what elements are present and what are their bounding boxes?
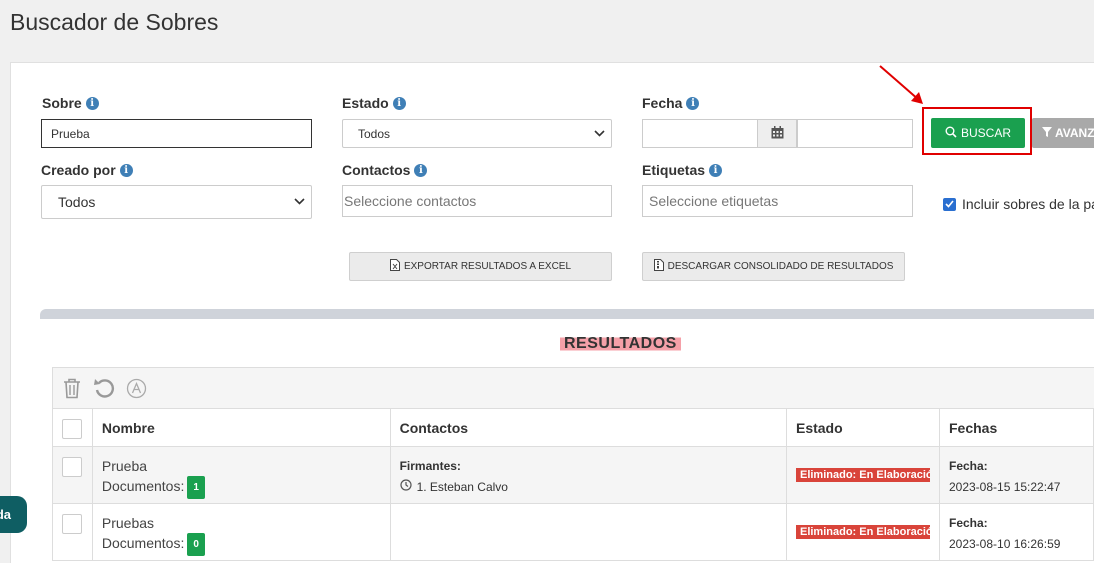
buscar-button[interactable]: BUSCAR <box>931 118 1025 148</box>
contactos-placeholder: Seleccione contactos <box>344 193 477 209</box>
info-icon[interactable]: i <box>414 163 428 177</box>
calendar-button[interactable] <box>757 119 797 148</box>
results-title: RESULTADOS <box>560 335 681 353</box>
fecha-label: Fecha i <box>642 95 700 111</box>
fecha-label: Fecha: <box>948 459 988 473</box>
section-divider <box>40 309 1094 319</box>
clock-icon <box>399 479 412 494</box>
sobre-input[interactable]: Prueba <box>41 119 312 148</box>
checkbox-checked-icon[interactable] <box>943 197 956 211</box>
arrow-annotation-icon <box>879 65 923 104</box>
select-all-checkbox[interactable] <box>62 419 82 439</box>
zip-file-icon <box>653 259 664 274</box>
busqueda-avanzada-button[interactable]: AVANZ <box>1032 118 1094 148</box>
page-title: Buscador de Sobres <box>10 9 219 35</box>
contactos-cell <box>389 503 787 561</box>
results-table: Nombre Contactos Estado Fechas Prueba Do… <box>52 408 1094 561</box>
firmantes-label: Firmantes: <box>399 459 461 473</box>
results-toolbar <box>52 367 1094 409</box>
estado-label: Estado i <box>342 95 406 111</box>
exportar-excel-label: EXPORTAR RESULTADOS A EXCEL <box>403 261 572 272</box>
info-icon[interactable]: i <box>85 96 99 110</box>
etiquetas-placeholder: Seleccione etiquetas <box>649 193 779 209</box>
sobre-name[interactable]: Prueba <box>102 457 381 476</box>
select-all-cell <box>52 408 93 447</box>
row-select-cell <box>52 503 93 561</box>
descargar-consolidado-button[interactable]: DESCARGAR CONSOLIDADO DE RESULTADOS <box>642 252 905 281</box>
table-header-row: Nombre Contactos Estado Fechas <box>52 408 1094 447</box>
buscar-button-label: BUSCAR <box>960 126 1011 140</box>
estado-select[interactable]: Todos <box>342 119 612 148</box>
undo-icon[interactable] <box>92 376 116 400</box>
estado-cell: Eliminado: En Elaboració <box>785 446 940 504</box>
etiquetas-label: Etiquetas i <box>642 162 723 178</box>
trash-icon[interactable] <box>60 376 84 400</box>
fechas-cell: Fecha: 2023-08-15 15:22:47 <box>938 446 1094 504</box>
firmante-item: 1. Esteban Calvo <box>399 479 777 494</box>
incluir-sobres-checkbox[interactable]: Incluir sobres de la pa <box>943 196 1094 212</box>
status-badge: Eliminado: En Elaboració <box>795 525 930 539</box>
fecha-label-text: Fecha <box>642 95 683 111</box>
documentos-count-badge: 1 <box>187 476 205 499</box>
creado-por-selected: Todos <box>58 194 96 210</box>
documentos-label: Documentos: <box>101 535 185 552</box>
fecha-from-input[interactable] <box>642 119 758 148</box>
sobre-label: Sobre i <box>42 95 99 111</box>
row-select-cell <box>52 446 93 504</box>
creado-por-label: Creado por i <box>41 162 133 178</box>
restore-icon[interactable] <box>124 376 148 400</box>
incluir-sobres-label: Incluir sobres de la pa <box>962 196 1094 212</box>
chevron-down-icon <box>294 196 305 208</box>
estado-label-text: Estado <box>342 95 389 111</box>
contactos-cell: Firmantes: 1. Esteban Calvo <box>389 446 787 504</box>
filter-icon <box>1042 126 1052 140</box>
help-button-label: da <box>0 507 11 522</box>
info-icon[interactable]: i <box>119 163 133 177</box>
estado-cell: Eliminado: En Elaboració <box>785 503 940 561</box>
nombre-cell: Prueba Documentos: 1 <box>91 446 391 504</box>
estado-selected: Todos <box>358 126 391 141</box>
calendar-icon <box>771 125 784 142</box>
search-icon <box>945 126 957 141</box>
fecha-value: 2023-08-15 15:22:47 <box>948 480 1061 494</box>
column-header-contactos[interactable]: Contactos <box>389 408 787 447</box>
creado-por-label-text: Creado por <box>41 162 116 178</box>
descargar-consolidado-label: DESCARGAR CONSOLIDADO DE RESULTADOS <box>667 261 894 272</box>
documentos-count-badge: 0 <box>187 533 205 556</box>
fecha-label: Fecha: <box>948 516 988 530</box>
etiquetas-input[interactable]: Seleccione etiquetas <box>642 185 913 217</box>
chevron-down-icon <box>594 128 605 140</box>
avanzada-button-label: AVANZ <box>1055 126 1094 140</box>
column-header-nombre[interactable]: Nombre <box>91 408 391 447</box>
exportar-excel-button[interactable]: EXPORTAR RESULTADOS A EXCEL <box>349 252 612 281</box>
etiquetas-label-text: Etiquetas <box>642 162 706 178</box>
excel-file-icon <box>389 259 400 274</box>
sobre-input-value: Prueba <box>51 126 90 141</box>
firmante-name: 1. Esteban Calvo <box>416 479 508 494</box>
row-checkbox[interactable] <box>62 514 82 534</box>
sobre-name[interactable]: Pruebas <box>102 514 381 533</box>
fecha-value: 2023-08-10 16:26:59 <box>948 537 1061 551</box>
fechas-cell: Fecha: 2023-08-10 16:26:59 <box>938 503 1094 561</box>
nombre-cell: Pruebas Documentos: 0 <box>91 503 391 561</box>
contactos-input[interactable]: Seleccione contactos <box>342 185 612 217</box>
documentos-label: Documentos: <box>101 478 185 495</box>
info-icon[interactable]: i <box>709 163 723 177</box>
row-checkbox[interactable] <box>62 457 82 477</box>
status-badge: Eliminado: En Elaboració <box>795 468 930 482</box>
info-icon[interactable]: i <box>686 96 700 110</box>
table-row[interactable]: Pruebas Documentos: 0 Eliminado: En Elabo… <box>52 503 1094 561</box>
column-header-estado[interactable]: Estado <box>785 408 940 447</box>
sobre-label-text: Sobre <box>42 95 82 111</box>
creado-por-select[interactable]: Todos <box>41 185 312 219</box>
firmantes-label <box>400 504 777 516</box>
table-row[interactable]: Prueba Documentos: 1 Firmantes: 1. Esteba… <box>52 446 1094 504</box>
contactos-label: Contactos i <box>342 162 428 178</box>
contactos-label-text: Contactos <box>342 162 411 178</box>
help-button[interactable]: da <box>0 496 27 533</box>
column-header-fechas[interactable]: Fechas <box>938 408 1094 447</box>
fecha-to-input[interactable] <box>797 119 913 148</box>
info-icon[interactable]: i <box>392 96 406 110</box>
